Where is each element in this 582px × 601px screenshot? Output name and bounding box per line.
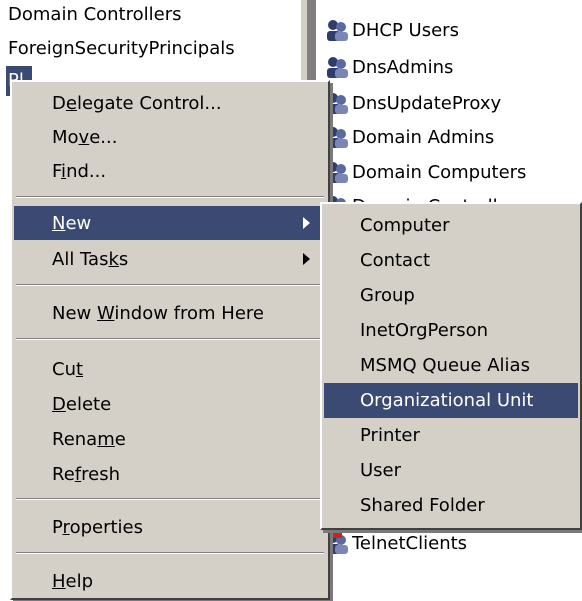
list-item-label: Domain Admins	[352, 126, 495, 148]
tree-item-domain-controllers[interactable]: Domain Controllers	[8, 4, 182, 25]
menu-item-label: New	[52, 212, 92, 234]
menu-item-new[interactable]: New	[14, 206, 326, 240]
submenu-item-label: Contact	[360, 250, 431, 271]
submenu-item-label: Computer	[360, 215, 450, 236]
menu-separator	[16, 552, 324, 554]
submenu-item-inetorgperson[interactable]: InetOrgPerson	[324, 313, 578, 348]
menu-item-new-window[interactable]: New Window from Here	[14, 296, 326, 330]
list-item[interactable]: DHCP Users	[324, 14, 459, 46]
menu-item-delete[interactable]: Delete	[14, 387, 326, 421]
list-item[interactable]: Domain Admins	[324, 121, 494, 153]
list-item-label: DHCP Users	[352, 19, 459, 41]
submenu-item-contact[interactable]: Contact	[324, 243, 578, 278]
menu-item-rename[interactable]: Rename	[14, 422, 326, 456]
submenu-arrow-icon	[303, 217, 310, 229]
menu-item-label: Help	[52, 570, 94, 592]
submenu-item-label: InetOrgPerson	[360, 320, 489, 341]
context-menu: Delegate Control... Move... Find... New …	[10, 80, 330, 600]
menu-item-properties[interactable]: Properties	[14, 510, 326, 544]
menu-separator	[16, 196, 324, 198]
menu-item-all-tasks[interactable]: All Tasks	[14, 242, 326, 276]
list-item-label: DnsUpdateProxy	[352, 92, 502, 114]
tree-item-foreign-security-principals[interactable]: ForeignSecurityPrincipals	[8, 38, 235, 59]
menu-item-label: Move...	[52, 126, 118, 148]
menu-item-label: New Window from Here	[52, 302, 264, 324]
menu-item-label: Rename	[52, 428, 126, 450]
partial-group-icon	[328, 530, 342, 538]
submenu-item-label: Printer	[360, 425, 420, 446]
menu-item-label: Find...	[52, 160, 107, 182]
submenu-item-label: MSMQ Queue Alias	[360, 355, 530, 376]
submenu-item-computer[interactable]: Computer	[324, 208, 578, 243]
menu-item-find[interactable]: Find...	[14, 154, 326, 188]
list-item-label: TelnetClients	[352, 532, 468, 554]
submenu-item-label: Organizational Unit	[360, 390, 534, 411]
submenu-item-label: Shared Folder	[360, 495, 485, 516]
group-users-icon	[324, 54, 350, 80]
list-item[interactable]: DnsAdmins	[324, 51, 453, 83]
submenu-item-label: User	[360, 460, 402, 481]
menu-item-label: Refresh	[52, 463, 120, 485]
submenu-item-label: Group	[360, 285, 415, 306]
submenu-item-user[interactable]: User	[324, 453, 578, 488]
menu-item-cut[interactable]: Cut	[14, 352, 326, 386]
submenu-item-msmq-queue-alias[interactable]: MSMQ Queue Alias	[324, 348, 578, 383]
menu-item-move[interactable]: Move...	[14, 120, 326, 154]
list-item-label: DnsAdmins	[352, 56, 454, 78]
menu-item-label: Delegate Control...	[52, 92, 222, 114]
menu-item-label: All Tasks	[52, 248, 129, 270]
list-item[interactable]: Domain Computers	[324, 156, 526, 188]
menu-item-refresh[interactable]: Refresh	[14, 457, 326, 491]
submenu-item-shared-folder[interactable]: Shared Folder	[324, 488, 578, 523]
menu-separator	[16, 284, 324, 286]
list-item[interactable]: DnsUpdateProxy	[324, 87, 501, 119]
submenu-item-organizational-unit[interactable]: Organizational Unit	[324, 383, 578, 418]
new-submenu: Computer Contact Group InetOrgPerson MSM…	[320, 202, 582, 530]
group-users-icon	[324, 17, 350, 43]
submenu-arrow-icon	[303, 253, 310, 265]
menu-item-help[interactable]: Help	[14, 564, 326, 598]
menu-item-label: Properties	[52, 516, 143, 538]
menu-item-label: Cut	[52, 358, 84, 380]
submenu-item-printer[interactable]: Printer	[324, 418, 578, 453]
list-item[interactable]: TelnetClients	[324, 527, 467, 559]
submenu-item-group[interactable]: Group	[324, 278, 578, 313]
menu-item-delegate-control[interactable]: Delegate Control...	[14, 86, 326, 120]
menu-separator	[16, 498, 324, 500]
list-item-label: Domain Computers	[352, 161, 527, 183]
menu-separator	[16, 338, 324, 340]
menu-item-label: Delete	[52, 393, 112, 415]
